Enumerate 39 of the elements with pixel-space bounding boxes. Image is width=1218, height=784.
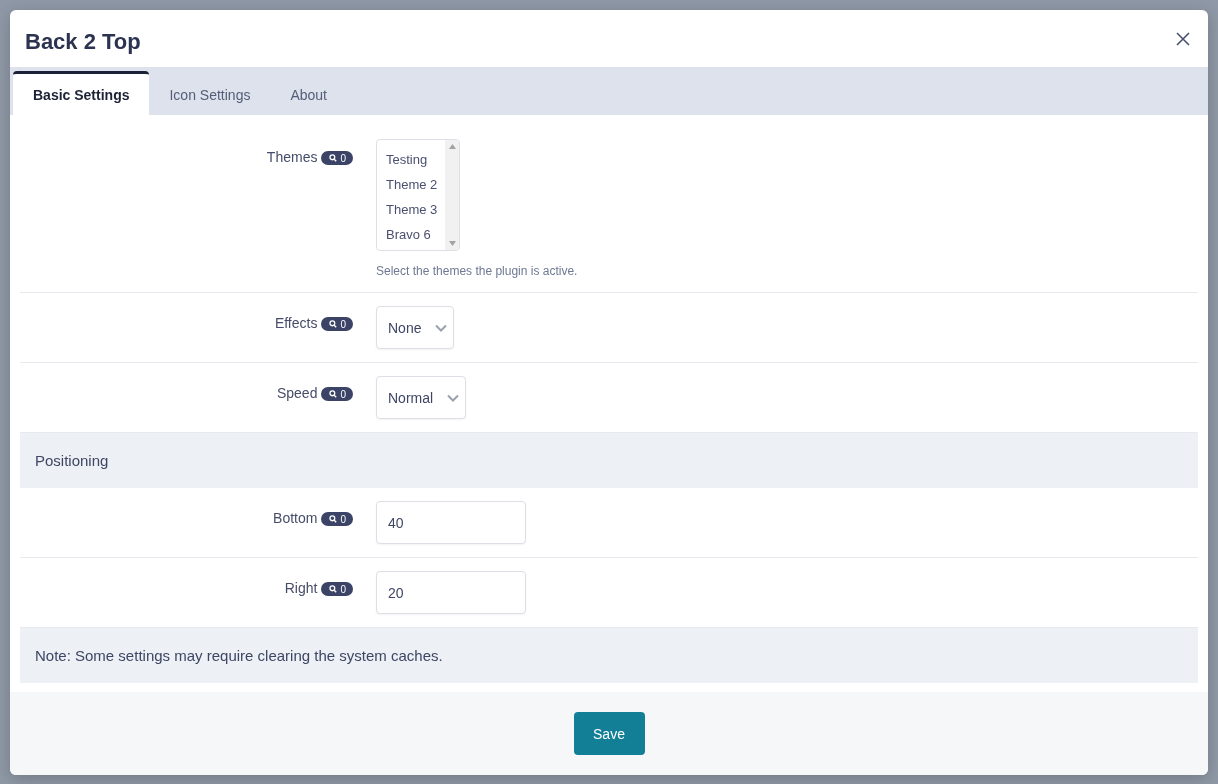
tab[interactable]: Basic Settings [13,71,150,115]
list-option[interactable]: Testing [377,147,445,172]
chevron-down-icon [435,323,448,332]
search-icon [329,390,338,398]
field-label: Themes [266,149,318,165]
section-heading: Positioning [20,433,1198,488]
field-label: Speed [276,385,318,401]
search-icon [329,154,338,162]
scroll-up-arrow-icon[interactable] [448,144,456,149]
save-button[interactable]: Save [573,712,645,755]
theme-list-box[interactable]: Testing Theme 2 Theme 3 Bravo 6 [376,139,460,251]
close-button[interactable] [1174,29,1192,48]
dropdown-select[interactable]: None [376,306,455,349]
scroll-down-arrow-icon[interactable] [448,241,456,246]
input-field[interactable]: 20 [376,571,526,614]
search-icon [329,515,338,523]
tab[interactable]: About [270,71,347,115]
count-text: 0 [340,152,346,164]
search-icon [329,585,338,593]
dropdown-select[interactable]: Normal [376,376,467,419]
field-label: Bottom [273,510,318,526]
note-text: Note: Some settings may require clearing the system caches. [20,628,1198,683]
tab[interactable]: Icon Settings [149,71,271,115]
count-text: 0 [340,318,346,330]
count-text: 0 [340,583,346,595]
input-field[interactable]: 40 [376,501,526,544]
chevron-down-icon [447,393,460,402]
scrollbar[interactable] [445,140,459,250]
list-option[interactable]: Theme 3 [377,197,445,222]
field-label: Right [284,580,318,596]
count-text: 0 [340,388,346,400]
help-text: Select the themes the plugin is active. [376,264,579,278]
count-text: 0 [340,513,346,525]
field-label: Effects [274,315,318,331]
close-icon [1176,31,1190,46]
list-option[interactable]: Bravo 6 [377,222,445,247]
dialog-title: Back 2 Top [25,27,141,55]
search-icon [329,320,338,328]
list-option[interactable]: Theme 2 [377,172,445,197]
